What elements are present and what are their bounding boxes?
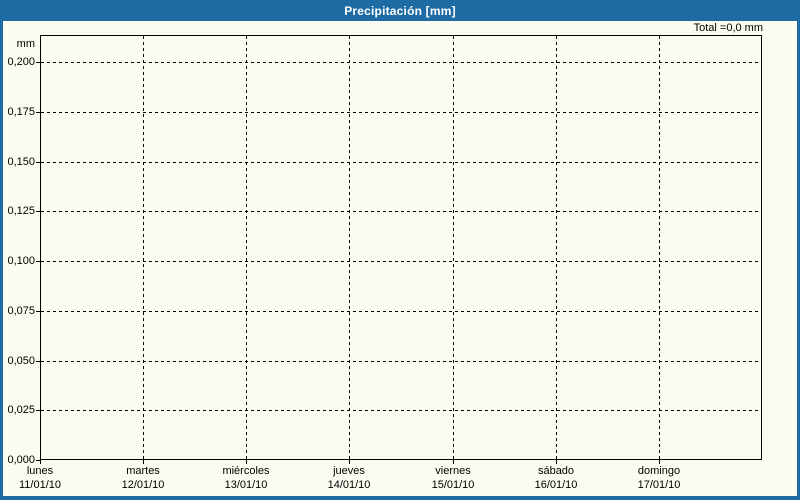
- y-tick: [36, 361, 40, 362]
- x-date-label: 14/01/10: [327, 479, 371, 491]
- v-gridline: [659, 36, 660, 459]
- x-tick: [453, 460, 454, 464]
- x-day-label: jueves: [333, 465, 365, 477]
- x-tick: [143, 460, 144, 464]
- h-gridline: [41, 162, 761, 163]
- y-axis-unit-label: mm: [16, 38, 35, 50]
- y-tick: [36, 261, 40, 262]
- x-date-label: 13/01/10: [224, 479, 268, 491]
- y-tick: [36, 112, 40, 113]
- y-tick-label: 0,075: [7, 305, 35, 317]
- chart-window: Precipitación [mm] Total =0,0 mm mm 0,00…: [0, 0, 800, 500]
- y-tick: [36, 311, 40, 312]
- y-tick-label: 0,175: [7, 106, 35, 118]
- h-gridline: [41, 261, 761, 262]
- h-gridline: [41, 311, 761, 312]
- x-day-label: martes: [126, 465, 160, 477]
- x-day-label: domingo: [637, 465, 681, 477]
- y-tick-label: 0,025: [7, 404, 35, 416]
- grid-and-labels: 0,000 0,025 0,050 0,075 0,100 0,125 0,150 0,175…: [0, 0, 800, 500]
- x-date-label: 12/01/10: [121, 479, 165, 491]
- h-gridline: [41, 62, 761, 63]
- x-day-label: sábado: [537, 465, 575, 477]
- x-date-label: 15/01/10: [431, 479, 475, 491]
- x-date-label: 16/01/10: [534, 479, 578, 491]
- v-gridline: [143, 36, 144, 459]
- y-tick: [36, 410, 40, 411]
- x-tick: [659, 460, 660, 464]
- v-gridline: [556, 36, 557, 459]
- x-tick: [349, 460, 350, 464]
- v-gridline: [349, 36, 350, 459]
- x-tick: [246, 460, 247, 464]
- y-tick: [36, 162, 40, 163]
- y-tick-label: 0,150: [7, 156, 35, 168]
- y-tick-label: 0,125: [7, 205, 35, 217]
- v-gridline: [453, 36, 454, 459]
- y-tick: [36, 62, 40, 63]
- y-tick-label: 0,100: [7, 255, 35, 267]
- x-day-label: viernes: [435, 465, 471, 477]
- x-date-label: 17/01/10: [637, 479, 681, 491]
- x-tick: [40, 460, 41, 464]
- y-tick: [36, 211, 40, 212]
- y-tick-label: 0,200: [7, 56, 35, 68]
- x-tick: [556, 460, 557, 464]
- x-day-label: miércoles: [222, 465, 270, 477]
- h-gridline: [41, 112, 761, 113]
- h-gridline: [41, 211, 761, 212]
- y-tick-label: 0,050: [7, 355, 35, 367]
- h-gridline: [41, 361, 761, 362]
- total-annotation: Total =0,0 mm: [693, 22, 763, 34]
- v-gridline: [246, 36, 247, 459]
- h-gridline: [41, 410, 761, 411]
